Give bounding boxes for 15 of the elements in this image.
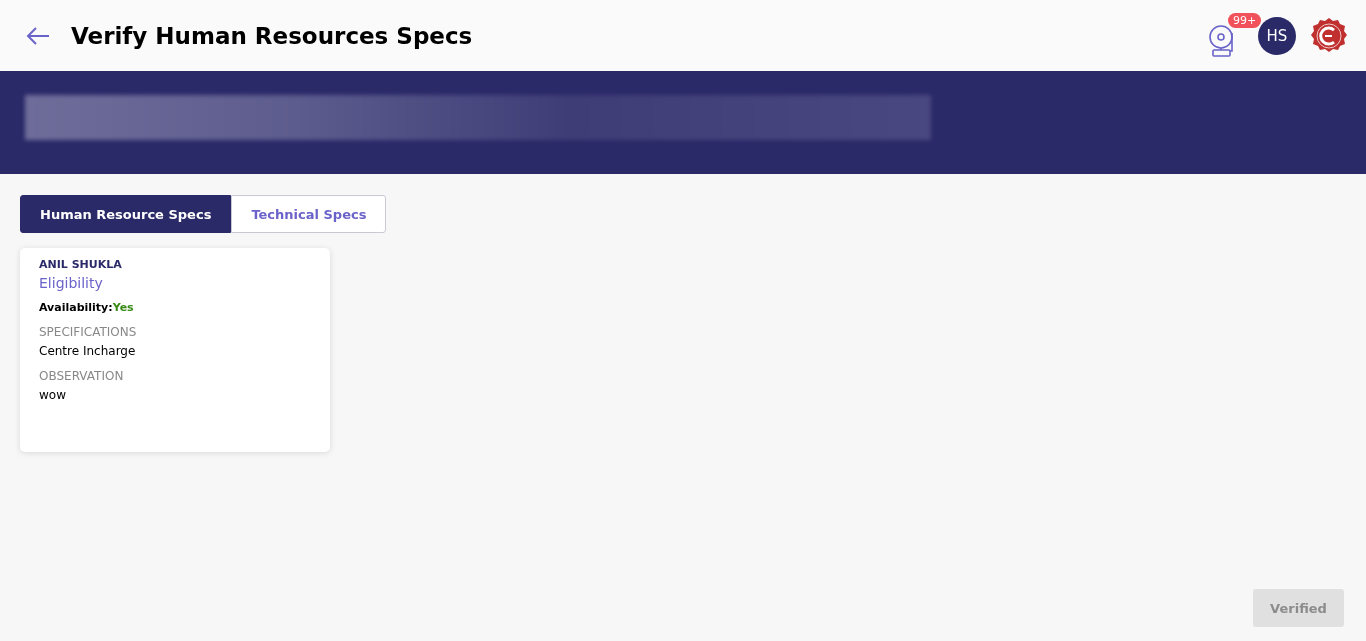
availability-value: Yes [112, 301, 134, 314]
notification-badge: 99+ [1228, 12, 1262, 28]
page-title: Verify Human Resources Specs [71, 22, 473, 49]
field-label: OBSERVATION [39, 369, 125, 383]
seal-logo-icon [1310, 16, 1348, 55]
person-name: ANIL SHUKLA [39, 258, 123, 271]
tab[interactable]: Technical Specs [231, 195, 387, 233]
tab[interactable]: Human Resource Specs [20, 195, 232, 233]
field-value: wow [39, 388, 67, 402]
field-label: SPECIFICATIONS [39, 325, 138, 339]
user-avatar[interactable]: HS [1258, 16, 1296, 55]
availability-label: Availability: [39, 301, 113, 314]
category-title: Eligibility [39, 275, 104, 291]
field-value: Centre Incharge [39, 344, 137, 358]
back-arrow-icon[interactable] [25, 25, 51, 46]
